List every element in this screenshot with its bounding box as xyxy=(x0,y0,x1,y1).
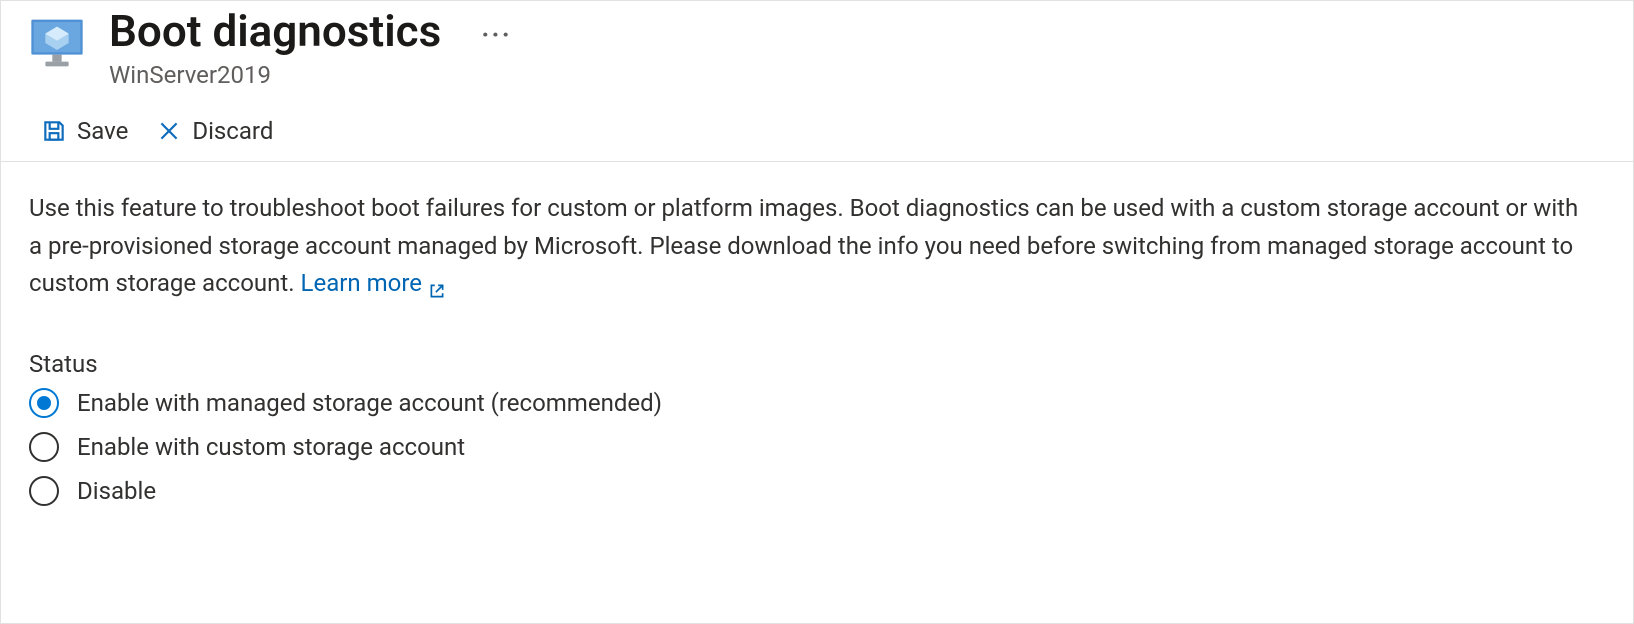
more-actions-button[interactable]: ··· xyxy=(481,21,512,49)
content-body: Use this feature to troubleshoot boot fa… xyxy=(1,162,1633,506)
description-text: Use this feature to troubleshoot boot fa… xyxy=(29,194,1578,296)
boot-diagnostics-panel: Boot diagnostics ··· WinServer2019 Save xyxy=(0,0,1634,624)
radio-option-disable[interactable]: Disable xyxy=(29,476,1605,506)
title-block: Boot diagnostics ··· WinServer2019 xyxy=(109,7,512,89)
discard-label: Discard xyxy=(192,117,273,145)
radio-label: Enable with managed storage account (rec… xyxy=(77,389,662,417)
vm-resource-icon xyxy=(29,15,85,71)
page-title: Boot diagnostics ··· xyxy=(109,7,512,55)
learn-more-text: Learn more xyxy=(301,265,422,302)
discard-button[interactable]: Discard xyxy=(156,117,273,145)
learn-more-link[interactable]: Learn more xyxy=(301,265,446,302)
description: Use this feature to troubleshoot boot fa… xyxy=(29,190,1589,302)
save-label: Save xyxy=(77,117,128,145)
save-button[interactable]: Save xyxy=(41,117,128,145)
resource-name: WinServer2019 xyxy=(109,61,512,89)
close-icon xyxy=(156,118,182,144)
radio-label: Enable with custom storage account xyxy=(77,433,465,461)
radio-icon xyxy=(29,476,59,506)
toolbar: Save Discard xyxy=(1,89,1633,161)
status-radio-group: Enable with managed storage account (rec… xyxy=(29,388,1605,506)
radio-option-custom[interactable]: Enable with custom storage account xyxy=(29,432,1605,462)
status-section: Status Enable with managed storage accou… xyxy=(29,350,1605,506)
radio-icon xyxy=(29,388,59,418)
header: Boot diagnostics ··· WinServer2019 xyxy=(1,1,1633,89)
status-label: Status xyxy=(29,350,1605,378)
radio-option-managed[interactable]: Enable with managed storage account (rec… xyxy=(29,388,1605,418)
radio-label: Disable xyxy=(77,477,156,505)
page-title-text: Boot diagnostics xyxy=(109,7,441,55)
save-icon xyxy=(41,118,67,144)
external-link-icon xyxy=(428,274,446,292)
radio-icon xyxy=(29,432,59,462)
